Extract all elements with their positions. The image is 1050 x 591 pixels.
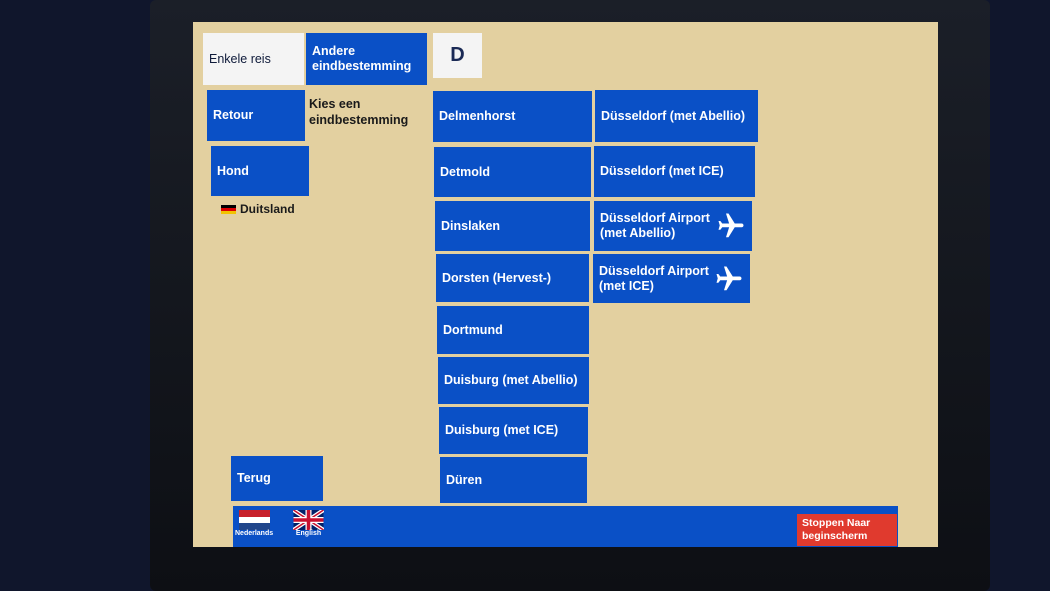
destination-label: Düsseldorf Airport (met Abellio) (600, 211, 710, 240)
letter-filter-button[interactable]: D (433, 33, 482, 78)
stop-label: Stoppen Naar beginscherm (802, 517, 871, 542)
destination-label: Düsseldorf Airport (met ICE) (599, 263, 709, 293)
dutch-flag-icon (238, 510, 270, 530)
other-destination-button[interactable]: Andere eindbestemming (306, 33, 427, 85)
destination-label: Dorsten (Hervest-) (442, 270, 552, 285)
destination-button[interactable]: Duisburg (met ICE) (439, 407, 588, 454)
destination-button[interactable]: Düsseldorf (met ICE) (594, 146, 755, 197)
destination-label: Duisburg (met Abellio) (444, 373, 578, 387)
destination-label: Düren (446, 472, 483, 487)
destination-label: Dortmund (443, 322, 503, 337)
return-ticket-label: Retour (213, 108, 254, 122)
dog-ticket-button[interactable]: Hond (211, 146, 309, 196)
back-label: Terug (237, 471, 271, 485)
uk-flag-icon (293, 510, 324, 530)
airplane-icon (716, 266, 742, 290)
single-ticket-label: Enkele reis (209, 51, 271, 66)
destination-button[interactable]: Düren (440, 457, 587, 503)
destination-button[interactable]: Dortmund (437, 306, 589, 354)
dog-ticket-label: Hond (217, 163, 249, 178)
germany-flag-icon (221, 204, 236, 214)
destination-button[interactable]: Duisburg (met Abellio) (438, 357, 589, 404)
return-ticket-button[interactable]: Retour (207, 90, 305, 141)
language-dutch-label: Nederlands (235, 530, 274, 537)
prompt-text: Kies een eindbestemming (309, 97, 409, 127)
destination-label: Duisburg (met ICE) (445, 423, 559, 437)
destination-label: Delmenhorst (439, 109, 516, 123)
single-ticket-button[interactable]: Enkele reis (203, 33, 304, 85)
back-button[interactable]: Terug (231, 456, 323, 501)
destination-button[interactable]: Düsseldorf (met Abellio) (595, 90, 758, 142)
language-dutch-button[interactable]: Nederlands (235, 510, 273, 537)
destination-label: Dinslaken (441, 218, 501, 233)
language-english-label: English (295, 530, 322, 537)
destination-button[interactable]: Detmold (434, 147, 591, 197)
stop-button[interactable]: Stoppen Naar beginscherm (797, 514, 897, 546)
destination-label: Detmold (440, 164, 490, 179)
destination-button[interactable]: Düsseldorf Airport (met Abellio) (594, 201, 752, 251)
kiosk-screen: Enkele reis Retour Hond Duitsland Andere… (193, 22, 938, 547)
destination-button[interactable]: Delmenhorst (433, 91, 592, 142)
destination-label: Düsseldorf (met ICE) (600, 164, 724, 178)
other-destination-label: Andere eindbestemming (312, 44, 412, 73)
airplane-icon (718, 213, 744, 238)
destination-button[interactable]: Dinslaken (435, 201, 590, 251)
destination-button[interactable]: Dorsten (Hervest-) (436, 254, 589, 302)
destination-label: Düsseldorf (met Abellio) (601, 108, 745, 123)
destination-button[interactable]: Düsseldorf Airport (met ICE) (593, 254, 750, 303)
language-english-button[interactable]: English (293, 510, 324, 537)
country-label: Duitsland (221, 202, 295, 216)
country-name: Duitsland (240, 202, 295, 216)
